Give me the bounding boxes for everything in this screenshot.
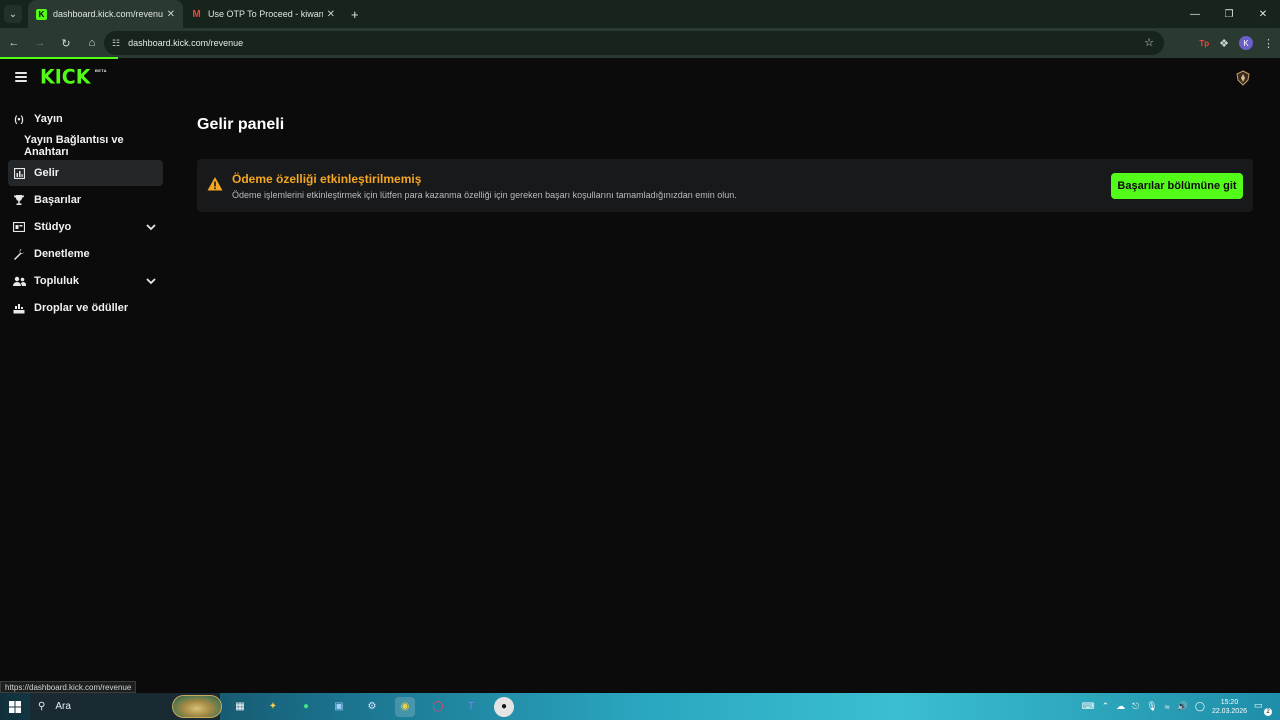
- tab-search-button[interactable]: ⌄: [4, 5, 22, 23]
- microphone-icon[interactable]: 🎙: [1146, 701, 1157, 712]
- browser-tabstrip: ⌄ K dashboard.kick.com/revenue ✕ M Use O…: [0, 0, 1280, 28]
- notification-icon: ▭: [1254, 699, 1263, 710]
- system-tray: ⌨ ⌃ ☁ ⎋ 🎙 ≈ 🔊 ◯ 15:20 22.03.2026 ▭ 2: [1082, 693, 1280, 720]
- windows-taskbar: ⚲ Ara ▦ ✦ ● ▣ ⚙ ◉ ◯ T ● ⌨ ⌃ ☁ ⎋ 🎙 ≈ 🔊 ◯ …: [0, 693, 1280, 720]
- broadcast-icon: (•): [14, 114, 24, 124]
- meet-now-icon[interactable]: ◯: [1195, 701, 1205, 712]
- profile-avatar[interactable]: K: [1239, 36, 1253, 50]
- forward-icon[interactable]: →: [28, 31, 52, 55]
- alert-title: Ödeme özelliği etkinleştirilmemiş: [232, 172, 422, 186]
- kick-icon: K: [36, 8, 47, 20]
- revenue-chart-icon: [12, 166, 26, 180]
- sidebar-item-stream-key[interactable]: Yayın Bağlantısı ve Anahtarı: [8, 133, 168, 159]
- windows-logo-icon: [9, 700, 21, 713]
- minimize-icon[interactable]: —: [1178, 0, 1212, 28]
- user-avatar[interactable]: [1234, 69, 1252, 87]
- sidebar-item-label: Denetleme: [34, 248, 90, 260]
- kick-dashboard: KICK BETA (•) Yayın Yayın Bağlantısı ve …: [0, 59, 1280, 693]
- keyboard-icon[interactable]: ⌨: [1082, 701, 1095, 712]
- show-hidden-icons-icon[interactable]: ⌃: [1102, 701, 1110, 712]
- sidebar: (•) Yayın Yayın Bağlantısı ve Anahtarı G…: [8, 106, 168, 322]
- payout-alert: Ödeme özelliği etkinleştirilmemiş Ödeme …: [197, 159, 1253, 212]
- close-icon[interactable]: ✕: [167, 9, 175, 20]
- warning-icon: [207, 177, 223, 191]
- sidebar-item-droplar[interactable]: Droplar ve ödüller: [8, 295, 168, 321]
- chevron-down-icon[interactable]: [144, 220, 158, 234]
- sidebar-item-label: Başarılar: [34, 194, 82, 206]
- start-button[interactable]: [0, 693, 30, 720]
- sidebar-item-yayin[interactable]: (•) Yayın: [8, 106, 168, 132]
- new-tab-button[interactable]: +: [351, 7, 359, 22]
- copilot-icon[interactable]: ✦: [263, 697, 283, 717]
- go-to-achievements-button[interactable]: Başarılar bölümüne git: [1111, 173, 1243, 199]
- extensions-puzzle-icon[interactable]: ❖: [1219, 37, 1229, 50]
- close-icon[interactable]: ✕: [327, 9, 335, 20]
- volume-icon[interactable]: 🔊: [1177, 701, 1188, 712]
- tab-title: Use OTP To Proceed - kiwancay: [208, 9, 323, 19]
- sidebar-item-label: Yayın Bağlantısı ve Anahtarı: [24, 134, 124, 158]
- beta-badge: BETA: [95, 68, 107, 73]
- community-icon: [12, 274, 26, 288]
- sidebar-item-label: Stüdyo: [34, 221, 72, 233]
- opera-gx-icon[interactable]: ◯: [428, 697, 448, 717]
- search-placeholder: Ara: [55, 701, 71, 712]
- sidebar-item-basarilar[interactable]: Başarılar: [8, 187, 168, 213]
- studio-icon: [12, 220, 26, 234]
- sidebar-item-gelir[interactable]: Gelir: [8, 160, 163, 186]
- window-controls: — ❐ ✕: [1178, 0, 1280, 28]
- sidebar-item-label: Gelir: [34, 167, 60, 179]
- back-icon[interactable]: ←: [2, 31, 26, 55]
- address-bar[interactable]: ☷ dashboard.kick.com/revenue ☆: [104, 31, 1164, 55]
- tab-gmail[interactable]: M Use OTP To Proceed - kiwancay ✕: [183, 0, 343, 28]
- clock-time: 15:20: [1220, 698, 1239, 706]
- taskbar-apps: ▦ ✦ ● ▣ ⚙ ◉ ◯ T ●: [230, 693, 514, 720]
- status-url-tooltip: https://dashboard.kick.com/revenue: [0, 681, 137, 693]
- restore-icon[interactable]: ❐: [1212, 0, 1246, 28]
- drops-icon: [12, 301, 26, 315]
- edge-icon[interactable]: ●: [296, 697, 316, 717]
- tab-title: dashboard.kick.com/revenue: [53, 9, 163, 19]
- chevron-down-icon[interactable]: [144, 274, 158, 288]
- home-icon[interactable]: ⌂: [80, 31, 104, 55]
- task-view-icon[interactable]: ▦: [230, 697, 250, 717]
- hamburger-menu-icon[interactable]: [15, 72, 27, 82]
- trophy-icon: [12, 193, 26, 207]
- clock-date: 22.03.2026: [1211, 707, 1247, 715]
- search-highlight-image[interactable]: [172, 695, 222, 718]
- url-text: dashboard.kick.com/revenue: [128, 38, 244, 48]
- sidebar-item-label: Droplar ve ödüller: [34, 302, 129, 314]
- wrench-icon: [12, 247, 26, 261]
- store-icon[interactable]: ▣: [329, 697, 349, 717]
- gmail-icon: M: [192, 8, 201, 20]
- close-window-icon[interactable]: ✕: [1246, 0, 1280, 28]
- alert-description: Ödeme işlemlerini etkinleştirmek için lü…: [232, 190, 737, 200]
- wifi-icon[interactable]: ≈: [1165, 702, 1170, 712]
- notification-count-badge: 2: [1264, 707, 1272, 716]
- chrome-icon[interactable]: ◉: [395, 696, 415, 717]
- search-icon: ⚲: [38, 701, 46, 712]
- site-info-icon[interactable]: ☷: [112, 38, 120, 49]
- obs-icon[interactable]: ●: [494, 696, 514, 717]
- tab-dashboard[interactable]: K dashboard.kick.com/revenue ✕: [28, 0, 183, 28]
- extension-tp-icon[interactable]: Tp: [1199, 39, 1209, 48]
- kick-logo[interactable]: KICK: [40, 65, 90, 88]
- sidebar-item-label: Topluluk: [34, 275, 80, 287]
- steam-icon[interactable]: ⚙: [362, 697, 382, 717]
- browser-menu-icon[interactable]: ⋮: [1263, 37, 1274, 50]
- page-title: Gelir paneli: [197, 116, 285, 133]
- sidebar-item-denetleme[interactable]: Denetleme: [8, 241, 168, 267]
- shield-avatar-icon: [1236, 70, 1250, 86]
- clock[interactable]: 15:20 22.03.2026: [1212, 698, 1247, 716]
- bookmark-star-icon[interactable]: ☆: [1144, 36, 1154, 49]
- sidebar-item-topluluk[interactable]: Topluluk: [8, 268, 168, 294]
- sidebar-item-label: Yayın: [34, 113, 63, 125]
- notifications-button[interactable]: ▭ 2: [1254, 699, 1272, 716]
- sidebar-item-studyo[interactable]: Stüdyo: [8, 214, 168, 240]
- browser-toolbar: ← → ↻ ⌂ ☷ dashboard.kick.com/revenue ☆ T…: [0, 28, 1280, 58]
- cloud-icon[interactable]: ☁: [1116, 701, 1125, 712]
- teams-icon[interactable]: T: [461, 697, 481, 717]
- reload-icon[interactable]: ↻: [54, 31, 78, 55]
- usb-icon[interactable]: ⎋: [1132, 701, 1139, 712]
